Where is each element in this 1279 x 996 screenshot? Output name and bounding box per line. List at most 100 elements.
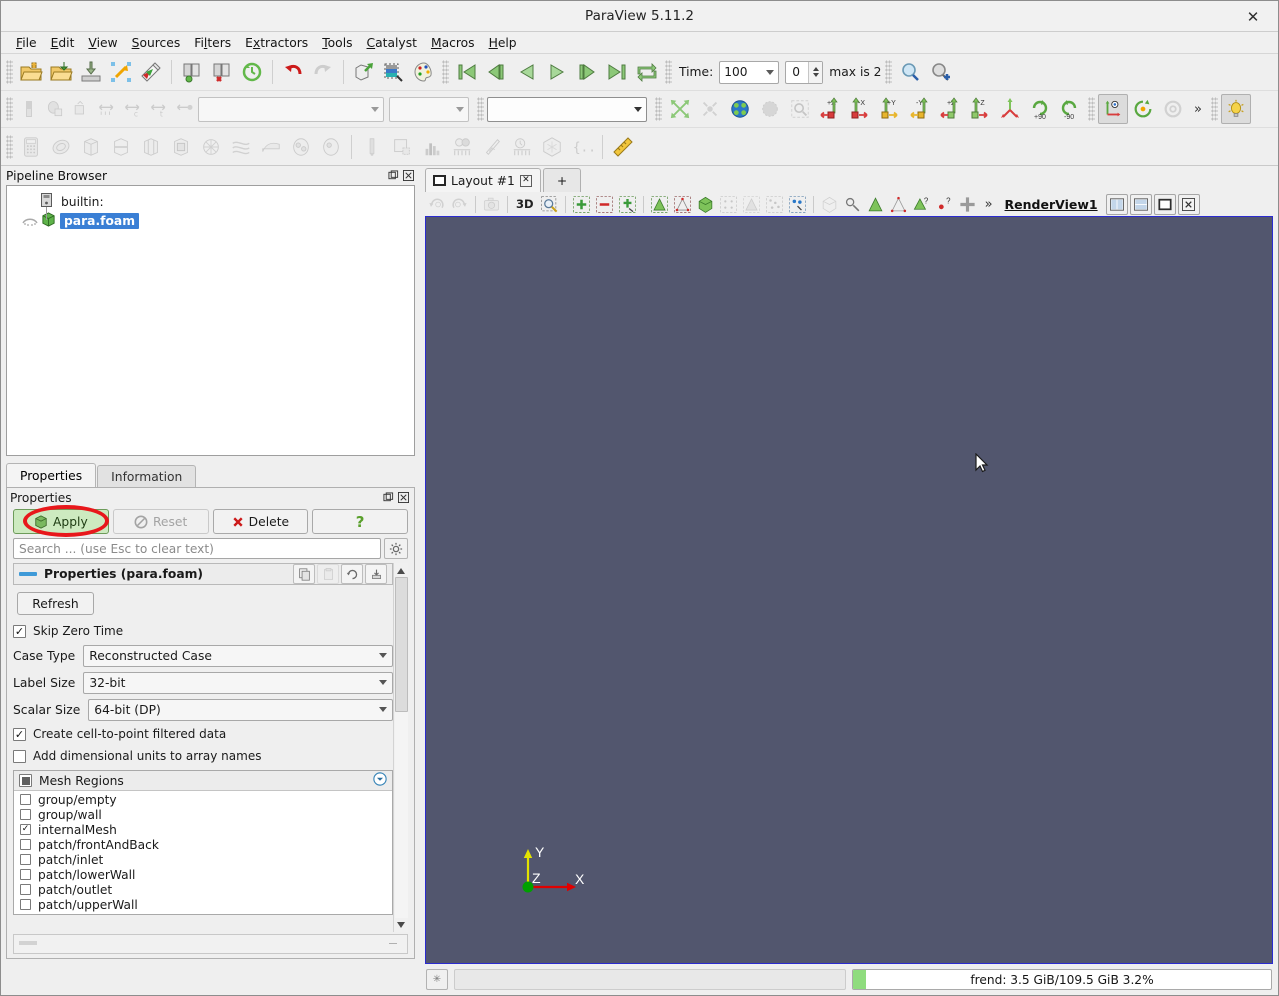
menu-extractors[interactable]: Extractors — [238, 34, 315, 52]
mesh-region-item[interactable]: patch/outlet — [14, 882, 392, 897]
properties-settings-gear-icon[interactable] — [384, 538, 408, 559]
select-block-icon[interactable] — [671, 194, 694, 215]
memory-inspector-bar[interactable]: frend: 3.5 GiB/109.5 GiB 3.2% — [852, 969, 1272, 990]
toolbar-overflow-icon[interactable]: » — [1188, 102, 1208, 117]
set-view-minus-x-icon[interactable]: -X — [845, 94, 875, 124]
save-state-icon[interactable] — [106, 57, 136, 87]
loop-button[interactable] — [632, 57, 662, 87]
connect-server-icon[interactable] — [177, 57, 207, 87]
visibility-eye-icon[interactable] — [19, 215, 41, 226]
disconnect-server-icon[interactable] — [207, 57, 237, 87]
skip-zero-time-row[interactable]: ✓ Skip Zero Time — [13, 620, 393, 642]
zoom-to-data-small-icon[interactable] — [841, 194, 864, 215]
menu-file[interactable]: File — [9, 34, 44, 52]
orientation-axes-widget[interactable]: Y X Z — [518, 839, 588, 901]
split-horizontal-button[interactable] — [1106, 194, 1128, 215]
previous-frame-button[interactable] — [482, 57, 512, 87]
enable-lights-icon[interactable] — [1221, 94, 1251, 124]
mesh-region-checkbox[interactable]: ✓ — [20, 824, 31, 835]
toolbar-grip[interactable] — [665, 60, 672, 84]
scrollbar-track[interactable] — [395, 577, 408, 918]
rotate-90-ccw-icon[interactable]: -90 — [1055, 94, 1085, 124]
query-cells-icon[interactable]: ? — [910, 194, 933, 215]
find-data-icon[interactable] — [895, 57, 925, 87]
undo-icon[interactable] — [278, 57, 308, 87]
mesh-region-item[interactable]: group/wall — [14, 807, 392, 822]
group-collapse-icon[interactable] — [19, 572, 37, 576]
set-view-minus-y-icon[interactable]: -Y — [905, 94, 935, 124]
array-combo[interactable] — [389, 97, 469, 122]
split-vertical-button[interactable] — [1130, 194, 1152, 215]
interactive-select-cells-icon[interactable] — [694, 194, 717, 215]
reset-camera-closest-icon[interactable] — [725, 94, 755, 124]
measurement-ruler-icon[interactable] — [608, 132, 638, 162]
reset-camera-icon[interactable] — [665, 94, 695, 124]
mesh-region-checkbox[interactable] — [20, 884, 31, 895]
mesh-region-checkbox[interactable] — [20, 794, 31, 805]
toolbar-grip[interactable] — [1088, 97, 1095, 121]
tab-properties[interactable]: Properties — [6, 463, 96, 487]
select-cells-on-icon[interactable] — [570, 194, 593, 215]
save-animation-icon[interactable] — [925, 57, 955, 87]
pipeline-browser[interactable]: builtin: para.foam — [6, 185, 415, 456]
tab-information[interactable]: Information — [97, 465, 196, 487]
select-cells-through-icon[interactable] — [616, 194, 639, 215]
new-layout-tab[interactable]: + — [543, 168, 581, 192]
properties-group-header[interactable]: Properties (para.foam) — [13, 563, 393, 585]
mesh-region-checkbox[interactable] — [20, 899, 31, 910]
delete-button[interactable]: Delete — [213, 509, 309, 534]
hover-cells-icon[interactable] — [786, 194, 809, 215]
properties-footer-group[interactable] — [13, 934, 408, 954]
toolbar-grip[interactable] — [1211, 97, 1218, 121]
play-reverse-button[interactable] — [512, 57, 542, 87]
save-screenshot-icon[interactable] — [136, 57, 166, 87]
mesh-regions-tristate-checkbox[interactable] — [19, 774, 32, 787]
mesh-region-checkbox[interactable] — [20, 839, 31, 850]
open-file-icon[interactable] — [16, 57, 46, 87]
menu-tools[interactable]: Tools — [315, 34, 359, 52]
skip-zero-time-checkbox[interactable]: ✓ — [13, 625, 26, 638]
close-layout-icon[interactable]: ✕ — [520, 175, 532, 187]
render-view-name[interactable]: RenderView1 — [1005, 197, 1098, 212]
mesh-region-item[interactable]: patch/inlet — [14, 852, 392, 867]
select-points-on-icon[interactable] — [593, 194, 616, 215]
restore-defaults-icon[interactable] — [341, 564, 363, 584]
menu-help[interactable]: Help — [482, 34, 524, 52]
scrollbar-thumb[interactable] — [395, 577, 408, 712]
last-frame-button[interactable] — [602, 57, 632, 87]
scroll-up-arrow[interactable] — [395, 564, 408, 577]
statusbar-python-icon[interactable]: ✳ — [426, 969, 448, 990]
edit-color-map-icon[interactable] — [409, 57, 439, 87]
mesh-region-item[interactable]: patch/frontAndBack — [14, 837, 392, 852]
reset-center-of-rotation-icon[interactable] — [1128, 94, 1158, 124]
set-view-minus-z-icon[interactable]: -Z — [965, 94, 995, 124]
label-size-combo[interactable]: 32-bit — [83, 672, 393, 694]
first-frame-button[interactable] — [452, 57, 482, 87]
save-as-defaults-icon[interactable] — [365, 564, 387, 584]
recent-files-icon[interactable] — [46, 57, 76, 87]
toolbar-grip[interactable] — [655, 97, 662, 121]
toolbar-grip[interactable] — [6, 97, 13, 121]
coloring-combo[interactable] — [487, 97, 647, 122]
menu-view[interactable]: View — [81, 34, 124, 52]
toolbar-grip[interactable] — [442, 60, 449, 84]
representation-combo[interactable] — [198, 97, 384, 122]
dimensional-units-row[interactable]: Add dimensional units to array names — [13, 745, 393, 767]
mesh-region-item[interactable]: ✓ internalMesh — [14, 822, 392, 837]
menu-macros[interactable]: Macros — [424, 34, 482, 52]
mesh-region-checkbox[interactable] — [20, 854, 31, 865]
menu-catalyst[interactable]: Catalyst — [360, 34, 424, 52]
view-toolbar-overflow-icon[interactable]: » — [979, 197, 999, 212]
extract-selection-icon[interactable] — [349, 57, 379, 87]
mesh-regions-header[interactable]: Mesh Regions — [14, 771, 392, 791]
spinbox-arrows[interactable] — [808, 62, 822, 83]
show-point-labels-icon[interactable] — [887, 194, 910, 215]
undock-properties-icon[interactable] — [382, 491, 395, 504]
mesh-region-item[interactable]: patch/upperWall — [14, 897, 392, 912]
menu-filters[interactable]: Filters — [187, 34, 238, 52]
pipeline-node-parafoam[interactable]: para.foam — [11, 211, 410, 230]
dimensional-units-checkbox[interactable] — [13, 750, 26, 763]
save-data-icon[interactable] — [76, 57, 106, 87]
select-points-through-icon[interactable] — [648, 194, 671, 215]
scroll-down-arrow[interactable] — [395, 918, 408, 931]
